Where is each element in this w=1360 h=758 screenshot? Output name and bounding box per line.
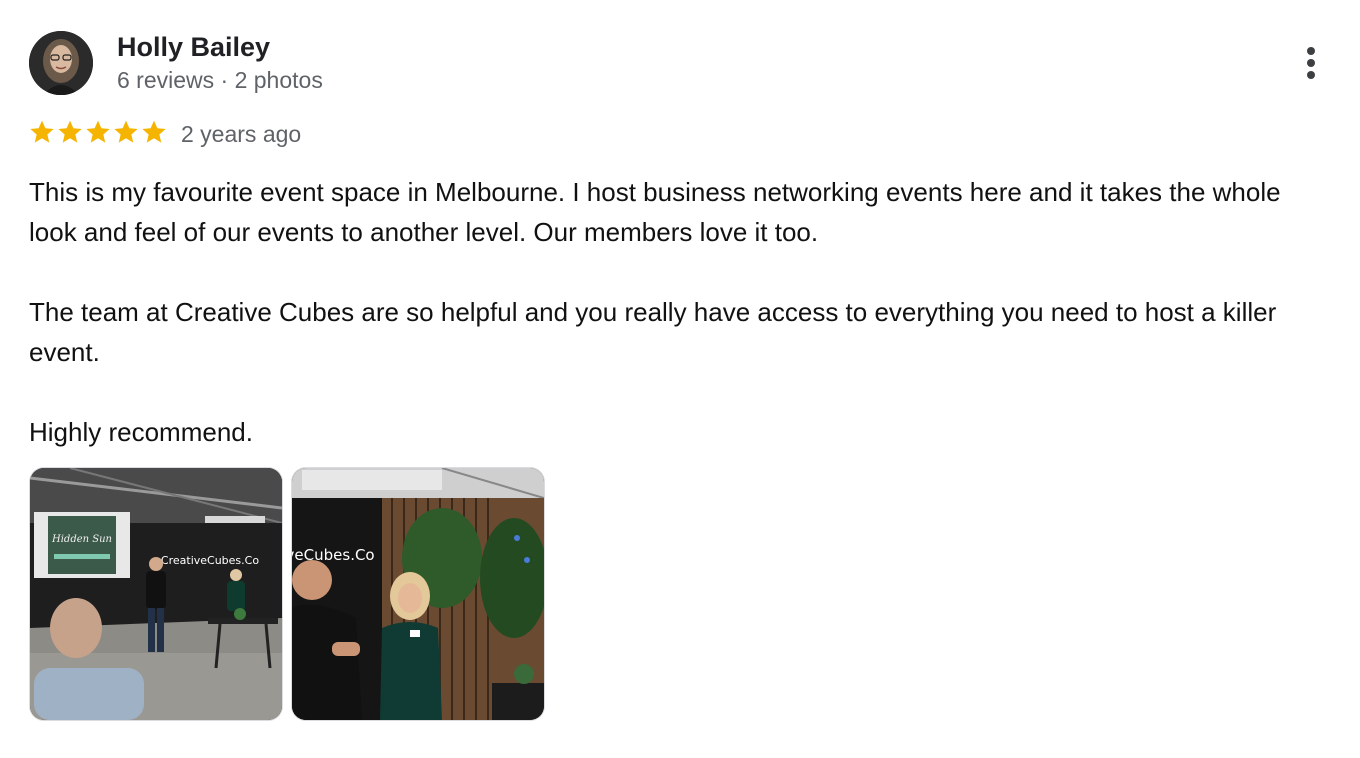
- avatar[interactable]: [29, 31, 93, 95]
- review-date: 2 years ago: [181, 121, 302, 147]
- review-text: This is my favourite event space in Melb…: [29, 172, 1329, 452]
- review-paragraph: Highly recommend.: [29, 417, 253, 447]
- review-photos: Hidden Sun CreativeCubes.Co eCubes.Co: [30, 468, 544, 720]
- reviewer-meta[interactable]: 6 reviews · 2 photos: [117, 66, 323, 94]
- review-photo-1[interactable]: Hidden Sun CreativeCubes.Co: [30, 468, 282, 720]
- screen-text: Hidden Sun: [51, 534, 112, 545]
- signage-text: iveCubes.Co: [292, 546, 375, 564]
- more-vert-icon[interactable]: [1294, 40, 1328, 86]
- review-paragraph: This is my favourite event space in Melb…: [29, 177, 1281, 247]
- star-icon: [30, 120, 54, 143]
- event-photo-image: iveCubes.Co: [292, 468, 544, 720]
- review-photo-2[interactable]: iveCubes.Co: [292, 468, 544, 720]
- more-dot: [1307, 47, 1315, 55]
- signage-text: CreativeCubes.Co: [161, 554, 259, 567]
- star-icon: [86, 120, 110, 143]
- star-rating: [28, 118, 168, 148]
- event-photo-image: Hidden Sun CreativeCubes.Co: [30, 468, 282, 720]
- reviewer-name[interactable]: Holly Bailey: [117, 30, 270, 64]
- review-paragraph: The team at Creative Cubes are so helpfu…: [29, 297, 1277, 367]
- star-icon: [142, 120, 166, 143]
- star-icon: [58, 120, 82, 143]
- review-card: Holly Bailey 6 reviews · 2 photos 2 year…: [0, 0, 1360, 758]
- more-dot: [1307, 59, 1315, 67]
- avatar-image: [29, 31, 93, 95]
- star-icon: [114, 120, 138, 143]
- more-dot: [1307, 71, 1315, 79]
